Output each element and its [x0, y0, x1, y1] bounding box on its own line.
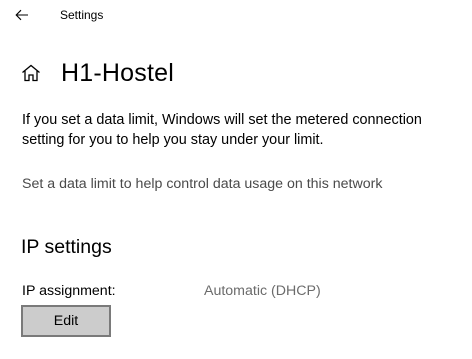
set-data-limit-link[interactable]: Set a data limit to help control data us… — [22, 175, 382, 193]
edit-ip-button[interactable]: Edit — [21, 305, 111, 337]
metered-connection-description: If you set a data limit, Windows will se… — [22, 112, 422, 148]
page-header: H1-Hostel — [20, 57, 174, 89]
page-title: H1-Hostel — [61, 59, 174, 87]
home-icon — [20, 62, 42, 84]
ip-assignment-label: IP assignment: — [22, 283, 116, 299]
ip-assignment-value: Automatic (DHCP) — [204, 283, 321, 299]
title-bar: Settings — [0, 0, 472, 32]
ip-settings-heading: IP settings — [21, 236, 112, 258]
arrow-left-icon — [15, 9, 29, 21]
app-title: Settings — [60, 8, 104, 22]
back-button[interactable] — [8, 3, 36, 27]
